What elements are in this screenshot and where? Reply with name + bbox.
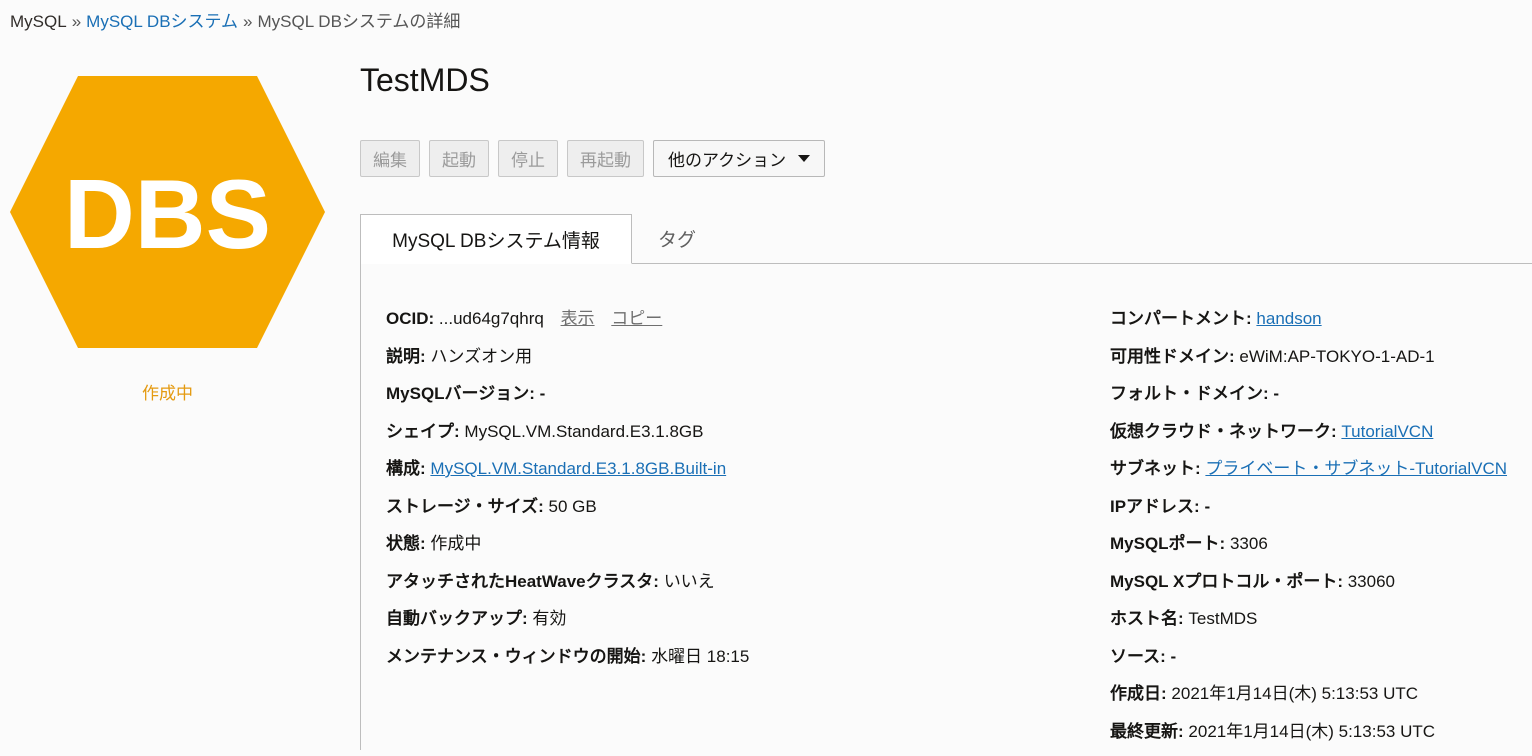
detail-value: - (1273, 384, 1279, 403)
detail-label: 状態: (386, 534, 426, 553)
show-ocid-link[interactable]: 表示 (561, 309, 595, 328)
detail-label: 最終更新: (1110, 722, 1184, 741)
stop-button[interactable]: 停止 (498, 140, 558, 177)
detail-value: ハンズオン用 (430, 347, 532, 366)
panel-left-border (360, 263, 361, 750)
tab-bar: MySQL DBシステム情報 タグ (360, 214, 1532, 264)
detail-label: ソース: (1110, 647, 1166, 666)
detail-label: OCID: (386, 309, 434, 328)
detail-subnet: サブネット: プライベート・サブネット-TutorialVCN (1110, 456, 1507, 494)
detail-label: 可用性ドメイン: (1110, 347, 1235, 366)
badge-text: DBS (64, 159, 271, 269)
detail-ocid: OCID: ...ud64g7qhrq 表示 コピー (386, 306, 749, 344)
detail-label: 仮想クラウド・ネットワーク: (1110, 422, 1337, 441)
breadcrumb-link-dbsystems[interactable]: MySQL DBシステム (86, 12, 238, 31)
breadcrumb-separator: » (243, 12, 252, 31)
detail-label: MySQLポート: (1110, 534, 1225, 553)
detail-fault-domain: フォルト・ドメイン: - (1110, 381, 1507, 419)
subnet-link[interactable]: プライベート・サブネット-TutorialVCN (1205, 459, 1507, 478)
breadcrumb-current: MySQL DBシステムの詳細 (258, 12, 461, 31)
detail-value: - (1204, 497, 1210, 516)
detail-value: 水曜日 18:15 (651, 647, 749, 666)
detail-value: 有効 (532, 609, 566, 628)
detail-compartment: コンパートメント: handson (1110, 306, 1507, 344)
details-left-column: OCID: ...ud64g7qhrq 表示 コピー 説明: ハンズオン用 My… (386, 306, 749, 681)
detail-label: ストレージ・サイズ: (386, 497, 544, 516)
detail-created: 作成日: 2021年1月14日(木) 5:13:53 UTC (1110, 681, 1507, 719)
detail-maintenance-window: メンテナンス・ウィンドウの開始: 水曜日 18:15 (386, 644, 749, 682)
more-actions-label: 他のアクション (668, 146, 786, 171)
detail-label: アタッチされたHeatWaveクラスタ: (386, 572, 659, 591)
detail-description: 説明: ハンズオン用 (386, 344, 749, 382)
breadcrumb: MySQL » MySQL DBシステム » MySQL DBシステムの詳細 (10, 7, 460, 32)
detail-label: 構成: (386, 459, 426, 478)
detail-updated: 最終更新: 2021年1月14日(木) 5:13:53 UTC (1110, 719, 1507, 756)
detail-value: 作成中 (430, 534, 481, 553)
detail-value: eWiM:AP-TOKYO-1-AD-1 (1239, 347, 1434, 366)
detail-label: 作成日: (1110, 684, 1167, 703)
detail-value: 33060 (1348, 572, 1395, 591)
detail-source: ソース: - (1110, 644, 1507, 682)
detail-label: シェイプ: (386, 422, 460, 441)
detail-label: MySQLバージョン: (386, 384, 535, 403)
vcn-link[interactable]: TutorialVCN (1341, 422, 1433, 441)
detail-mysql-port: MySQLポート: 3306 (1110, 531, 1507, 569)
detail-value: ...ud64g7qhrq (439, 309, 544, 328)
detail-value: TestMDS (1188, 609, 1257, 628)
detail-ip-address: IPアドレス: - (1110, 494, 1507, 532)
detail-shape: シェイプ: MySQL.VM.Standard.E3.1.8GB (386, 419, 749, 457)
detail-state: 状態: 作成中 (386, 531, 749, 569)
detail-value: - (540, 384, 546, 403)
start-button[interactable]: 起動 (429, 140, 489, 177)
detail-label: フォルト・ドメイン: (1110, 384, 1269, 403)
detail-auto-backup: 自動バックアップ: 有効 (386, 606, 749, 644)
detail-value: 2021年1月14日(木) 5:13:53 UTC (1188, 722, 1435, 741)
compartment-link[interactable]: handson (1256, 309, 1321, 328)
caret-down-icon (798, 155, 810, 162)
detail-vcn: 仮想クラウド・ネットワーク: TutorialVCN (1110, 419, 1507, 457)
more-actions-button[interactable]: 他のアクション (653, 140, 825, 177)
edit-button[interactable]: 編集 (360, 140, 420, 177)
configuration-link[interactable]: MySQL.VM.Standard.E3.1.8GB.Built-in (430, 459, 726, 478)
tab-dbsystem-info[interactable]: MySQL DBシステム情報 (360, 214, 632, 264)
restart-button[interactable]: 再起動 (567, 140, 644, 177)
tab-tags[interactable]: タグ (632, 214, 722, 263)
detail-value: 50 GB (549, 497, 597, 516)
breadcrumb-root: MySQL (10, 12, 67, 31)
detail-label: 説明: (386, 347, 426, 366)
detail-configuration: 構成: MySQL.VM.Standard.E3.1.8GB.Built-in (386, 456, 749, 494)
detail-value: 2021年1月14日(木) 5:13:53 UTC (1171, 684, 1418, 703)
detail-value: MySQL.VM.Standard.E3.1.8GB (464, 422, 703, 441)
action-toolbar: 編集 起動 停止 再起動 他のアクション (360, 140, 825, 177)
detail-availability-domain: 可用性ドメイン: eWiM:AP-TOKYO-1-AD-1 (1110, 344, 1507, 382)
detail-label: サブネット: (1110, 459, 1201, 478)
detail-hostname: ホスト名: TestMDS (1110, 606, 1507, 644)
detail-label: メンテナンス・ウィンドウの開始: (386, 647, 646, 666)
detail-value: いいえ (664, 572, 715, 591)
dbs-hexagon-icon: DBS (10, 76, 325, 348)
breadcrumb-separator: » (72, 12, 81, 31)
detail-label: コンパートメント: (1110, 309, 1252, 328)
detail-heatwave-cluster: アタッチされたHeatWaveクラスタ: いいえ (386, 569, 749, 607)
detail-label: IPアドレス: (1110, 497, 1200, 516)
detail-label: ホスト名: (1110, 609, 1184, 628)
copy-ocid-link[interactable]: コピー (611, 309, 662, 328)
details-right-column: コンパートメント: handson 可用性ドメイン: eWiM:AP-TOKYO… (1110, 306, 1507, 756)
status-label: 作成中 (0, 379, 335, 404)
page-title: TestMDS (360, 62, 490, 99)
detail-label: 自動バックアップ: (386, 609, 528, 628)
detail-value: 3306 (1230, 534, 1268, 553)
detail-mysql-version: MySQLバージョン: - (386, 381, 749, 419)
detail-label: MySQL Xプロトコル・ポート: (1110, 572, 1343, 591)
detail-mysql-x-port: MySQL Xプロトコル・ポート: 33060 (1110, 569, 1507, 607)
detail-storage-size: ストレージ・サイズ: 50 GB (386, 494, 749, 532)
detail-value: - (1171, 647, 1177, 666)
